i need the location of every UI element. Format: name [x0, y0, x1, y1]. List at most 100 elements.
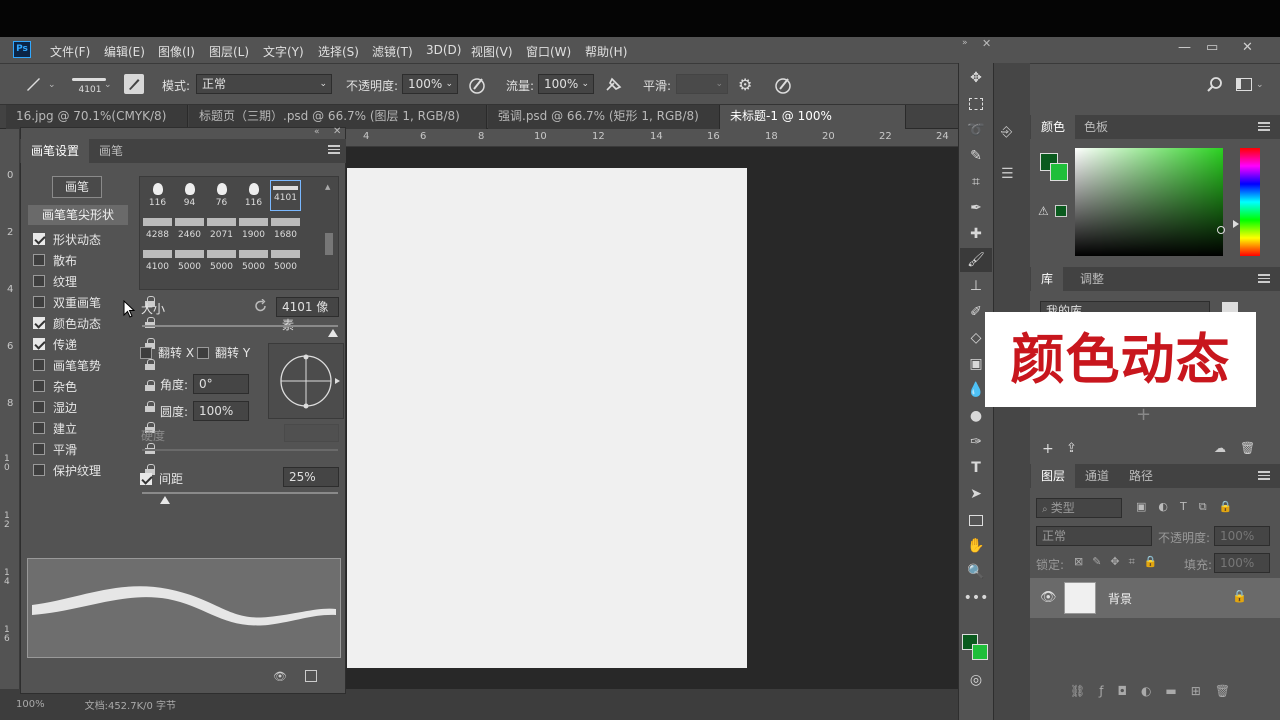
smoothing-options-gear-icon[interactable]: ⚙ [738, 75, 758, 95]
crop-tool-icon[interactable]: ⌗ [960, 170, 992, 194]
pressure-opacity-icon[interactable] [468, 75, 488, 95]
size-slider-handle[interactable] [328, 329, 338, 337]
flip-x-checkbox[interactable] [140, 346, 152, 359]
search-icon[interactable] [1206, 76, 1224, 94]
toggle-preview-eye-icon[interactable]: 👁 [273, 670, 291, 683]
color-bg-swatch[interactable] [1050, 163, 1068, 181]
tab-library[interactable]: 库 [1031, 267, 1064, 291]
menu-select[interactable]: 选择(S) [318, 43, 359, 59]
workspace-chevron-icon[interactable]: ⌄ [1256, 80, 1264, 90]
brush-preset[interactable]: 76 [206, 180, 237, 211]
move-tool-icon[interactable]: ✥ [960, 66, 992, 90]
brush-option-6[interactable]: 画笔笔势 [33, 355, 155, 375]
brush-option-8[interactable]: 湿边 [33, 397, 155, 417]
flip-y-checkbox[interactable] [197, 346, 209, 359]
marquee-tool-icon[interactable] [960, 92, 992, 116]
brush-option-5[interactable]: 传递 [33, 334, 155, 354]
workspace-switcher-icon[interactable] [1236, 78, 1252, 91]
add-to-library-icon[interactable]: + [1042, 441, 1054, 457]
brush-picker-chevron-icon[interactable]: ⌄ [104, 80, 112, 90]
brush-option-checkbox[interactable] [33, 380, 45, 392]
brush-option-checkbox[interactable] [33, 233, 45, 245]
close-button[interactable]: ✕ [1242, 40, 1253, 55]
menu-type[interactable]: 文字(Y) [263, 43, 304, 59]
type-tool-icon[interactable]: T [960, 456, 992, 480]
brush-preset[interactable]: 5000 [238, 244, 269, 275]
brush-option-9[interactable]: 建立 [33, 418, 155, 438]
roundness-field[interactable]: 100% [193, 401, 249, 421]
brush-preset[interactable]: 94 [174, 180, 205, 211]
mode-select[interactable]: 正常 ⌄ [196, 74, 332, 94]
pen-tool-icon[interactable]: ✑ [960, 430, 992, 454]
rectangle-tool-icon[interactable] [960, 508, 992, 532]
menu-filter[interactable]: 滤镜(T) [372, 43, 413, 59]
brush-option-3[interactable]: 双重画笔 [33, 292, 155, 312]
zoom-tool-icon[interactable]: 🔍 [960, 560, 992, 584]
fill-field[interactable]: 100% [1214, 553, 1270, 573]
lock-icon[interactable] [145, 380, 155, 391]
brush-option-4[interactable]: 颜色动态 [33, 313, 155, 333]
delete-asset-icon[interactable]: 🗑 [1240, 441, 1255, 455]
brush-option-checkbox[interactable] [33, 464, 45, 476]
tab-emphasis[interactable]: 强调.psd @ 66.7% (矩形 1, RGB/8) *✕ [488, 105, 720, 146]
layer-blend-select[interactable]: 正常 [1036, 526, 1152, 546]
eyedropper-tool-icon[interactable]: ✒ [960, 196, 992, 220]
brush-preset[interactable]: 1680 [270, 212, 301, 243]
brush-preset[interactable]: 116 [142, 180, 173, 211]
brush-panel-toggle-icon[interactable] [124, 74, 144, 94]
brush-tool-icon[interactable] [24, 76, 42, 92]
brush-option-checkbox[interactable] [33, 443, 45, 455]
lock-icon[interactable] [145, 401, 155, 412]
upload-icon[interactable]: ⇪ [1066, 441, 1077, 456]
status-zoom[interactable]: 100% [16, 699, 45, 710]
layer-name[interactable]: 背景 [1108, 590, 1132, 607]
layer-row-background[interactable]: 👁 背景 🔒 [1030, 578, 1280, 618]
menu-help[interactable]: 帮助(H) [585, 43, 627, 59]
properties-panel-icon[interactable]: ☰ [1001, 166, 1023, 188]
edit-toolbar-icon[interactable]: ••• [960, 586, 992, 610]
collapse-icon[interactable]: » [962, 38, 968, 48]
pressure-size-icon[interactable] [774, 75, 794, 95]
brush-option-checkbox[interactable] [33, 359, 45, 371]
airbrush-icon[interactable] [604, 75, 624, 95]
panel-collapse-icon[interactable]: « [314, 127, 320, 137]
hue-slider[interactable] [1240, 148, 1260, 256]
add-asset-icon[interactable]: + [1136, 404, 1151, 425]
tab-paths[interactable]: 路径 [1119, 464, 1163, 488]
brush-option-checkbox[interactable] [33, 338, 45, 350]
tab-color[interactable]: 颜色 [1031, 115, 1076, 139]
document-canvas[interactable] [347, 168, 747, 668]
menu-3d[interactable]: 3D(D) [426, 43, 461, 59]
background-color-swatch[interactable] [972, 644, 988, 660]
panel-menu-icon[interactable] [1258, 122, 1270, 132]
brush-tip-shape-item[interactable]: 画笔笔尖形状 [28, 205, 128, 225]
panel-menu-icon[interactable] [1258, 274, 1270, 284]
brush-option-checkbox[interactable] [33, 317, 45, 329]
tab-swatches[interactable]: 色板 [1074, 115, 1118, 139]
tab-brush-settings[interactable]: 画笔设置 [21, 139, 90, 163]
menu-layer[interactable]: 图层(L) [209, 43, 249, 59]
layer-opacity-field[interactable]: 100% [1214, 526, 1270, 546]
panel-menu-icon[interactable] [1258, 471, 1270, 481]
opacity-field[interactable]: 100% ⌄ [402, 74, 458, 94]
angle-roundness-preview[interactable] [268, 343, 344, 419]
minimize-button[interactable]: — [1178, 40, 1191, 55]
brushes-button[interactable]: 画笔 [52, 176, 102, 198]
status-doc-info[interactable]: 文档:452.7K/0 字节 [85, 697, 176, 712]
layer-visibility-eye-icon[interactable]: 👁 [1040, 590, 1057, 605]
tab-untitled-1[interactable]: 未标题-1 @ 100%(RGB/8#)✕ [720, 105, 906, 146]
tab-channels[interactable]: 通道 [1075, 464, 1119, 488]
brush-preset[interactable]: 2460 [174, 212, 205, 243]
angle-field[interactable]: 0° [193, 374, 249, 394]
brush-option-7[interactable]: 杂色 [33, 376, 155, 396]
spacing-field[interactable]: 25% [283, 467, 339, 487]
brush-option-checkbox[interactable] [33, 254, 45, 266]
menu-image[interactable]: 图像(I) [158, 43, 195, 59]
menu-window[interactable]: 窗口(W) [526, 43, 571, 59]
color-field[interactable] [1075, 148, 1225, 256]
tab-16-jpg[interactable]: 16.jpg @ 70.1%(CMYK/8) *✕ [6, 105, 188, 146]
layer-filter-select[interactable]: ⌕ 类型 [1036, 498, 1122, 518]
brush-option-checkbox[interactable] [33, 401, 45, 413]
brush-preset[interactable]: 116 [238, 180, 269, 211]
panel-close-icon[interactable]: ✕ [982, 37, 991, 50]
